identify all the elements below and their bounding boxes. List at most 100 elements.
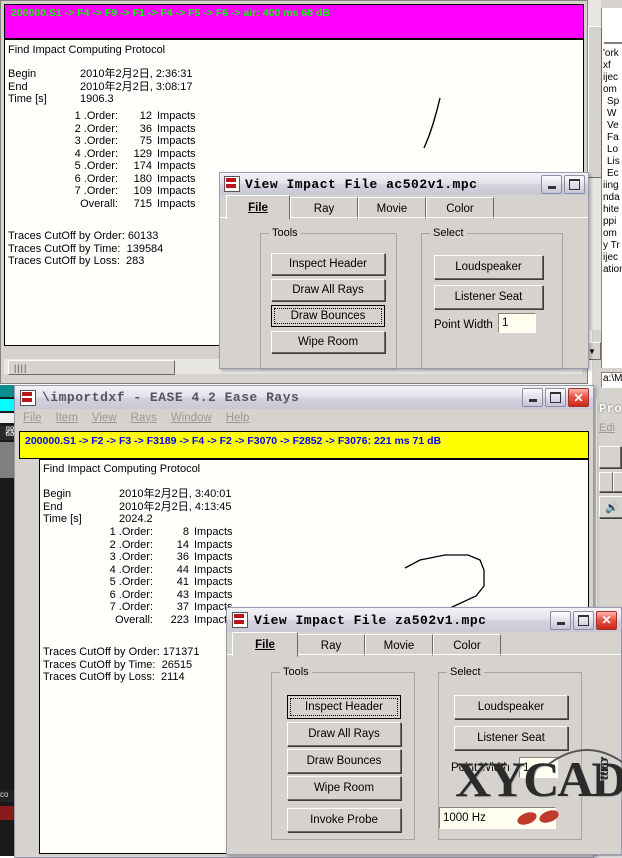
minimize-button[interactable] [541, 174, 562, 194]
speaker-icon: 🔊 [605, 501, 619, 514]
tree-frag: om [603, 228, 617, 239]
dialog-1-title: View Impact File ac502v1.mpc [245, 176, 478, 192]
minimize-icon [556, 621, 565, 625]
tree-frag: ation [603, 264, 622, 275]
tab-ray[interactable]: Ray [297, 634, 365, 656]
draw-bounces-button[interactable]: Draw Bounces [287, 749, 401, 773]
tree-frag: W [607, 108, 617, 119]
view-impact-file-dialog-1: View Impact File ac502v1.mpc File Ray Mo… [219, 172, 589, 370]
loudspeaker-label: Loudspeaker [477, 701, 545, 713]
scrollbar-thumb[interactable]: |||| [8, 360, 175, 375]
listener-seat-label: Listener Seat [454, 291, 523, 303]
background-window-tree-pane[interactable]: 'ork xf ijec om Sp W Ve Fa Lo Lis Ec iin… [601, 8, 622, 368]
tab-file[interactable]: File [226, 195, 290, 220]
tree-frag: Lis [607, 156, 620, 167]
draw-all-rays-label: Draw All Rays [308, 728, 380, 740]
draw-all-rays-button[interactable]: Draw All Rays [287, 722, 401, 746]
tab-movie-label: Movie [383, 639, 415, 652]
menu-file-label: File [23, 411, 42, 424]
window-2-title-bar[interactable]: \importdxf - EASE 4.2 Ease Rays ✕ [15, 386, 593, 409]
tree-frag: om [603, 84, 617, 95]
close-button[interactable]: ✕ [568, 388, 589, 407]
draw-bounces-button[interactable]: Draw Bounces [271, 305, 385, 327]
minimize-button[interactable] [550, 610, 571, 630]
tree-frag: Sp [607, 96, 620, 107]
tab-ray[interactable]: Ray [290, 197, 358, 219]
tab-movie[interactable]: Movie [358, 197, 426, 219]
dialog-1-tab-bar[interactable]: File Ray Movie Color [220, 195, 588, 220]
menu-view[interactable]: View [92, 412, 117, 424]
draw-all-rays-label: Draw All Rays [292, 284, 364, 296]
tree-frag: Fa [607, 132, 619, 143]
dialog-2-title: View Impact File za502v1.mpc [254, 612, 487, 628]
menu-item[interactable]: Item [56, 412, 78, 424]
tab-color-label: Color [453, 639, 481, 652]
listener-seat-button[interactable]: Listener Seat [434, 285, 543, 309]
properties-toolbar-button[interactable] [613, 472, 622, 492]
tab-color-label: Color [446, 202, 474, 215]
maximize-icon [550, 392, 561, 403]
draw-bounces-label: Draw Bounces [290, 310, 366, 322]
point-width-input[interactable]: 1 [498, 313, 536, 333]
menu-help[interactable]: Help [226, 412, 250, 424]
window-2-title: \importdxf - EASE 4.2 Ease Rays [42, 390, 300, 405]
dialog-2-title-bar[interactable]: View Impact File za502v1.mpc ✕ [227, 608, 621, 632]
maximize-icon [569, 178, 580, 190]
menu-item-label: Item [55, 411, 78, 424]
close-button[interactable]: ✕ [596, 610, 617, 630]
invoke-probe-button[interactable]: Invoke Probe [287, 808, 401, 832]
tab-file[interactable]: File [232, 632, 298, 657]
minimize-button[interactable] [522, 388, 543, 407]
properties-toolbar-button[interactable] [599, 446, 621, 468]
tab-movie[interactable]: Movie [365, 634, 433, 656]
select-group-1-title: Select [430, 227, 467, 239]
tab-movie-label: Movie [376, 202, 408, 215]
background-window-path-field[interactable]: a:\M [601, 372, 622, 388]
draw-all-rays-button[interactable]: Draw All Rays [271, 279, 385, 301]
menu-window[interactable]: Window [171, 412, 212, 424]
menu-rays-label: Rays [130, 411, 157, 424]
wipe-room-button[interactable]: Wipe Room [271, 331, 385, 353]
close-icon: ✕ [573, 390, 584, 405]
loudspeaker-label: Loudspeaker [455, 261, 522, 273]
maximize-button[interactable] [545, 388, 566, 407]
dialog-1-title-bar[interactable]: View Impact File ac502v1.mpc [220, 173, 588, 195]
wipe-room-button[interactable]: Wipe Room [287, 776, 401, 800]
minimize-icon [528, 399, 537, 402]
dialog-2-tab-bar[interactable]: File Ray Movie Color [227, 632, 621, 657]
properties-toolbar-button[interactable] [599, 472, 613, 492]
close-icon: ✕ [601, 613, 612, 627]
tree-frag: ijec [603, 72, 619, 83]
menu-view-label: View [91, 411, 117, 424]
tab-color[interactable]: Color [426, 197, 494, 219]
tree-frag: ijec [603, 252, 619, 263]
point-width-label: Point Width [434, 319, 493, 331]
menu-help-label: Help [225, 411, 250, 424]
scrollbar-thumb[interactable] [588, 26, 602, 178]
menu-rays[interactable]: Rays [131, 412, 157, 424]
ray-info-bar-2: 200000.S1 -> F2 -> F3 -> F3189 -> F4 -> … [19, 431, 589, 459]
ease-app-icon [20, 389, 36, 406]
maximize-button[interactable] [564, 174, 585, 194]
view-impact-file-dialog-2: View Impact File za502v1.mpc ✕ File Ray … [226, 607, 622, 855]
tools-group-1: Tools Inspect Header Draw All Rays Draw … [260, 227, 397, 370]
ease-app-icon [224, 176, 240, 192]
inspect-header-button[interactable]: Inspect Header [287, 695, 401, 719]
wipe-room-label: Wipe Room [297, 336, 359, 348]
select-group-1: Select Loudspeaker Listener Seat Point W… [421, 227, 563, 370]
maximize-button[interactable] [573, 610, 594, 630]
inspect-header-button[interactable]: Inspect Header [271, 253, 385, 275]
tools-group-1-title: Tools [269, 227, 301, 239]
tab-color[interactable]: Color [433, 634, 501, 656]
properties-speaker-button[interactable]: 🔊 [599, 496, 622, 518]
tools-group-2-title: Tools [280, 666, 312, 678]
tree-frag: iing [603, 180, 619, 191]
invoke-probe-label: Invoke Probe [310, 814, 378, 826]
loudspeaker-button[interactable]: Loudspeaker [454, 695, 568, 719]
window-2-menu-bar[interactable]: File Item View Rays Window Help [15, 409, 601, 426]
menu-file[interactable]: File [23, 412, 42, 424]
tab-ray-label: Ray [313, 202, 335, 215]
tree-frag: 'ork [603, 48, 619, 59]
loudspeaker-button[interactable]: Loudspeaker [434, 255, 543, 279]
tab-file-label: File [248, 201, 268, 214]
